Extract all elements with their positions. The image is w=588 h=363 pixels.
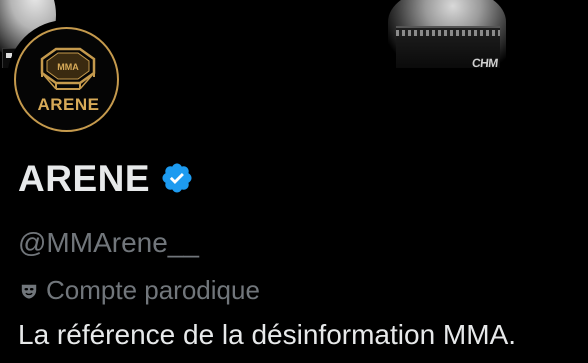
banner-fighter-shorts: CHM [396,26,500,68]
svg-text:MMA: MMA [57,62,79,72]
profile-bio: La référence de la désinformation MMA. [18,319,517,350]
shorts-text: CHM [471,56,499,68]
name-row: ARENE [18,157,194,201]
octagon-cage-icon: MMA [40,47,96,90]
parody-label-row[interactable]: Compte parodique [20,272,260,308]
parody-label: Compte parodique [46,275,260,305]
avatar-logo-text: ARENE [37,95,100,114]
verified-badge-icon[interactable] [160,161,194,200]
user-handle: @MMArene__ [18,227,199,258]
avatar-logo: MMA ARENE [14,27,119,132]
profile-avatar[interactable]: MMA ARENE [7,20,126,139]
display-name: ARENE [18,158,151,199]
mask-icon [20,274,38,308]
